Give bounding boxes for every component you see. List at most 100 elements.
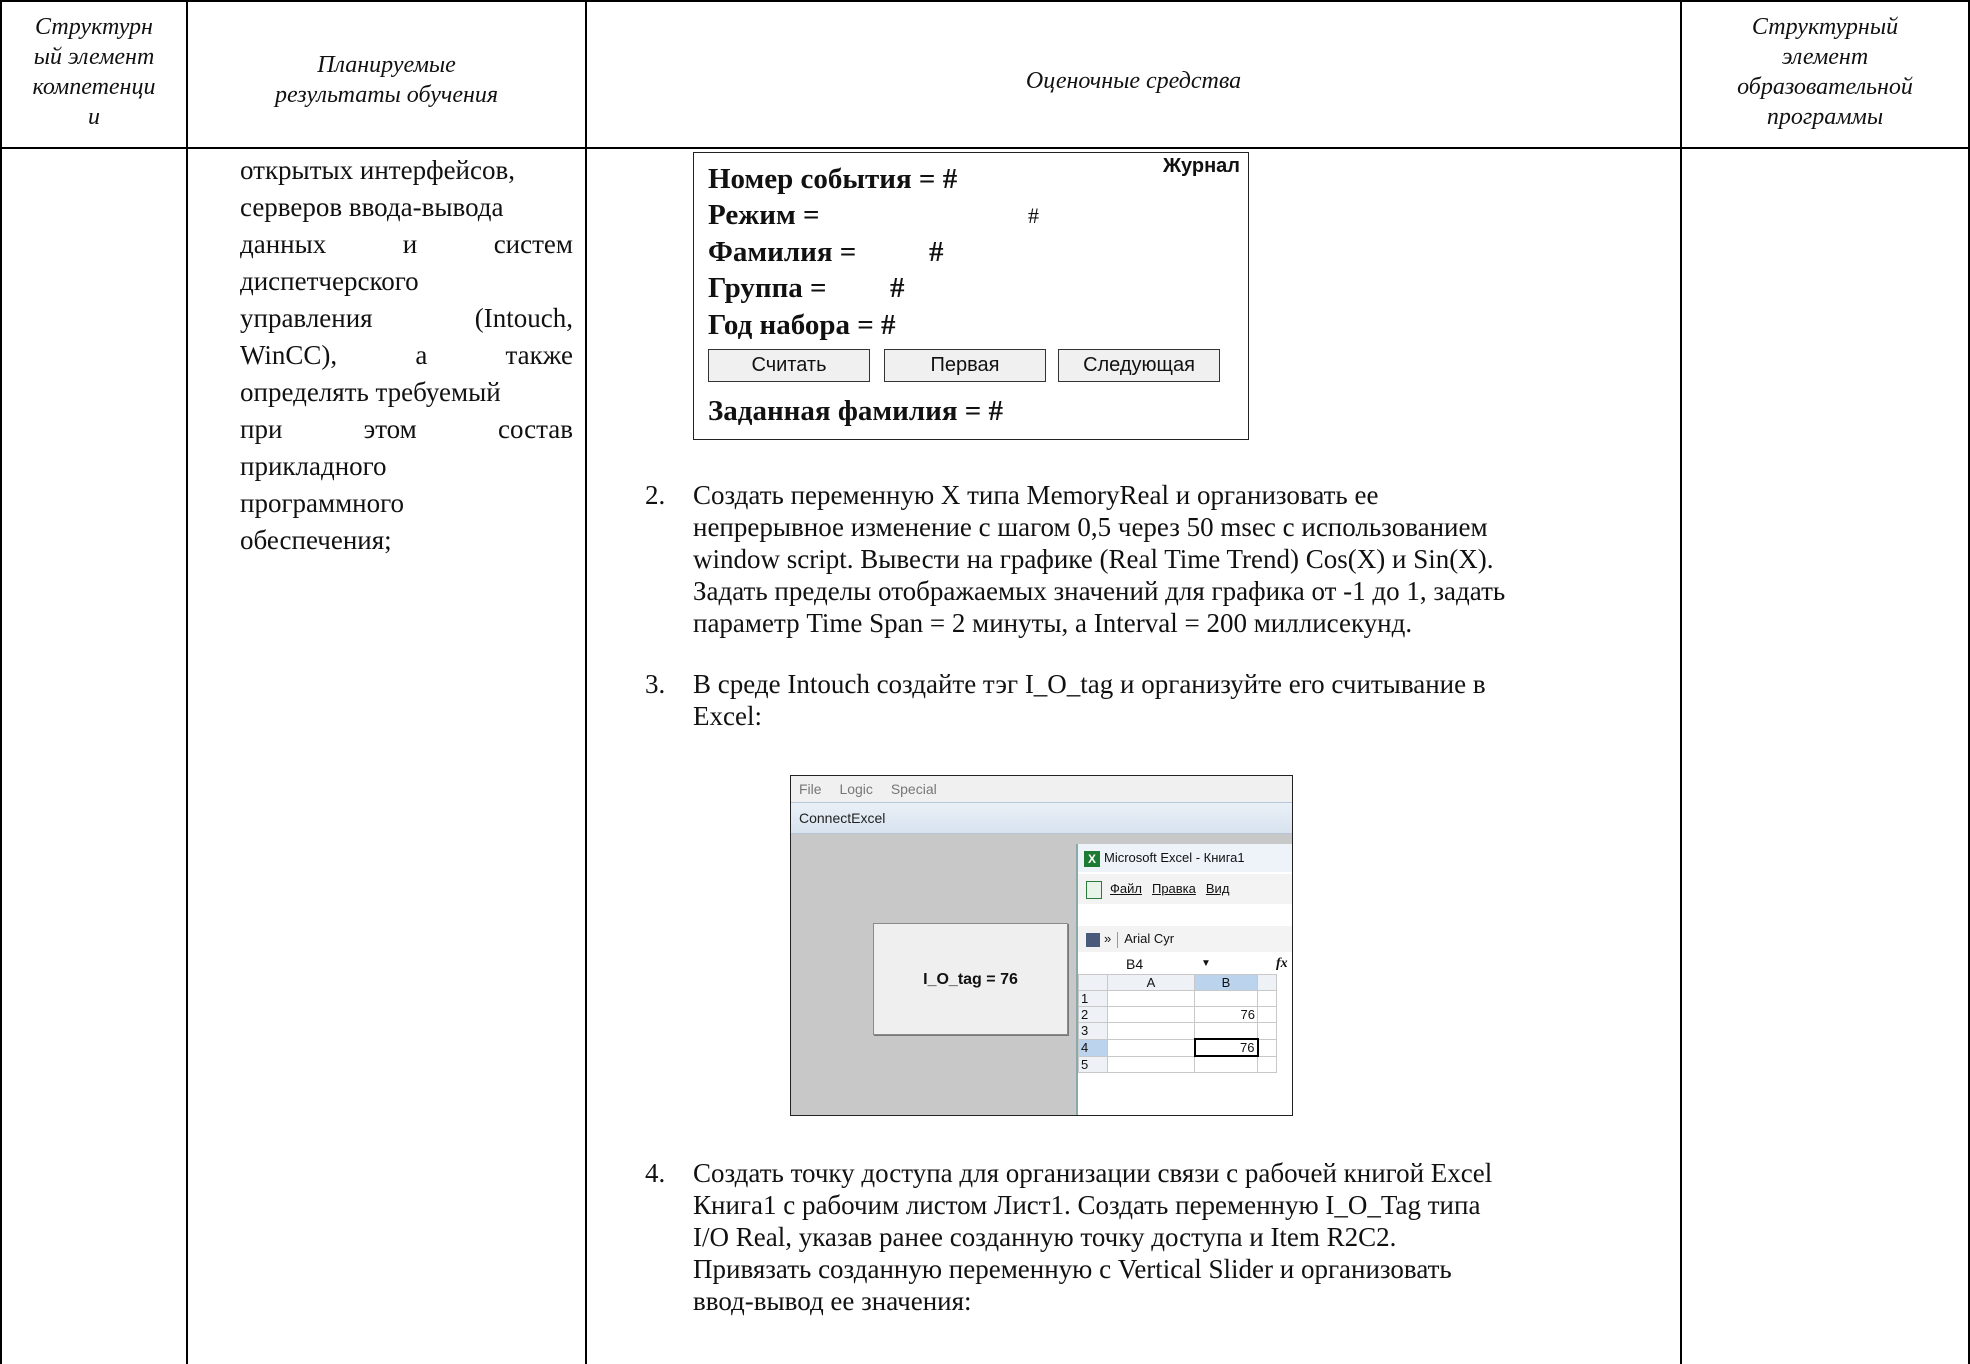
toolbar-separator xyxy=(1117,931,1119,948)
mode-value: # xyxy=(1028,203,1039,228)
header-line: Структурн xyxy=(35,14,153,40)
task-line: Задать пределы отображаемых значений для… xyxy=(693,576,1506,606)
header-line: элемент xyxy=(1781,44,1869,70)
task-line: Книга1 с рабочим листом Лист1. Создать п… xyxy=(693,1190,1481,1220)
cell[interactable] xyxy=(1107,990,1195,1007)
column-header-c[interactable] xyxy=(1257,974,1277,991)
row-header[interactable]: 3 xyxy=(1078,1022,1108,1040)
task-text: В среде Intouch создайте тэг I_O_tag и о… xyxy=(693,668,1703,732)
header-assessment-tools: Оценочные средства xyxy=(587,66,1680,96)
mode-field: Режим = xyxy=(708,199,820,231)
table-row: 4 76 xyxy=(1078,1038,1277,1057)
cell[interactable] xyxy=(1107,1038,1195,1057)
app-menu-bar: File Logic Special xyxy=(791,776,1292,802)
task-number: 2. xyxy=(645,480,666,510)
excel-toolbar: » Arial Cyr xyxy=(1078,926,1292,952)
outcome-word: а xyxy=(415,340,428,370)
task-line: I/O Real, указав ранее созданную точку д… xyxy=(693,1222,1397,1252)
outcome-word: и xyxy=(402,229,418,259)
workbook-icon xyxy=(1086,880,1102,899)
cell[interactable] xyxy=(1194,1055,1258,1073)
task-line: В среде Intouch создайте тэг I_O_tag и о… xyxy=(693,669,1486,699)
outcome-line: программного xyxy=(240,485,573,522)
menu-file[interactable]: File xyxy=(799,781,822,797)
cell[interactable]: 76 xyxy=(1194,1006,1258,1023)
header-line: компетенци xyxy=(32,74,156,100)
read-button[interactable]: Считать xyxy=(708,349,870,382)
excel-menu-edit[interactable]: Правка xyxy=(1152,881,1196,896)
active-cell[interactable]: 76 xyxy=(1193,1038,1259,1057)
cell[interactable] xyxy=(1257,990,1277,1007)
task-line: window script. Вывести на графике (Real … xyxy=(693,544,1494,574)
task-text: Создать точку доступа для организации св… xyxy=(693,1157,1703,1317)
outcome-line: серверов ввода-вывода xyxy=(240,189,573,226)
excel-menu-file[interactable]: Файл xyxy=(1110,881,1142,896)
save-icon[interactable] xyxy=(1086,932,1100,947)
menu-special[interactable]: Special xyxy=(891,781,937,797)
outcome-word: при xyxy=(240,414,283,444)
table-row: 3 xyxy=(1078,1022,1277,1040)
task-line: Привязать созданную переменную с Vertica… xyxy=(693,1254,1452,1284)
row-header[interactable]: 4 xyxy=(1078,1038,1108,1057)
cell[interactable] xyxy=(1194,990,1258,1007)
cell[interactable] xyxy=(1107,1006,1195,1023)
outcome-line: диспетчерского xyxy=(240,263,573,300)
table-row: 1 xyxy=(1078,990,1277,1007)
name-box[interactable]: B4 xyxy=(1126,954,1143,974)
row-header[interactable]: 1 xyxy=(1078,990,1108,1007)
outcome-word: систем xyxy=(493,229,573,259)
header-line: программы xyxy=(1766,104,1884,130)
header-line: Оценочные средства xyxy=(1025,68,1242,94)
cell[interactable] xyxy=(1257,1038,1277,1057)
fx-icon[interactable]: fx xyxy=(1276,954,1288,974)
outcome-word: обеспечения; xyxy=(240,525,392,555)
cell[interactable] xyxy=(1194,1022,1258,1040)
surname-value: # xyxy=(929,236,944,268)
first-button[interactable]: Первая xyxy=(884,349,1046,382)
row-header[interactable]: 5 xyxy=(1078,1055,1108,1073)
table-border-left xyxy=(0,0,2,1364)
outcome-word: диспетчерского xyxy=(240,266,419,296)
toolbar-overflow-icon[interactable]: » xyxy=(1104,931,1111,946)
cell[interactable] xyxy=(1107,1022,1195,1040)
font-selector[interactable]: Arial Cyr xyxy=(1124,931,1174,946)
outcome-word: также xyxy=(505,340,573,370)
outcome-line: открытых интерфейсов, xyxy=(240,152,573,189)
table-row: 5 xyxy=(1078,1055,1277,1073)
task-line: непрерывное изменение с шагом 0,5 через … xyxy=(693,512,1488,542)
col-divider-2 xyxy=(585,0,587,1364)
outcome-word: программного xyxy=(240,488,405,518)
surname-field: Фамилия = xyxy=(708,236,857,268)
chevron-down-icon[interactable]: ▼ xyxy=(1201,954,1211,974)
column-header-a[interactable]: A xyxy=(1107,974,1195,991)
excel-menu-bar: Файл Правка Вид xyxy=(1078,874,1292,904)
header-line: ый элемент xyxy=(33,44,155,70)
header-line: Планируемые xyxy=(317,52,456,78)
outcome-word: определять требуемый xyxy=(240,377,501,407)
row-header[interactable]: 2 xyxy=(1078,1006,1108,1023)
column-header-b[interactable]: B xyxy=(1194,974,1258,991)
cell[interactable] xyxy=(1107,1055,1195,1073)
menu-logic[interactable]: Logic xyxy=(839,781,872,797)
outcome-word: состав xyxy=(497,414,573,444)
formula-bar: B4 ▼ fx xyxy=(1078,954,1292,974)
task-text: Создать переменную X типа MemoryReal и о… xyxy=(693,479,1703,639)
enrollment-year-field: Год набора = # xyxy=(708,309,896,341)
cell[interactable] xyxy=(1257,1006,1277,1023)
task-line: Создать переменную X типа MemoryReal и о… xyxy=(693,480,1379,510)
cell[interactable] xyxy=(1257,1055,1277,1073)
header-line: результаты обучения xyxy=(274,82,499,108)
next-button[interactable]: Следующая xyxy=(1058,349,1220,382)
table-row: 2 76 xyxy=(1078,1006,1277,1023)
cell[interactable] xyxy=(1257,1022,1277,1040)
group-value: # xyxy=(890,272,905,304)
header-program-element: Структурный элемент образовательной прог… xyxy=(1682,12,1968,132)
excel-grid: A B 1 2 76 3 4 76 5 xyxy=(1078,974,1277,1073)
outcome-word: этом xyxy=(363,414,417,444)
col-divider-1 xyxy=(186,0,188,1364)
excel-title: Microsoft Excel - Книга1 xyxy=(1104,850,1245,865)
corner-cell[interactable] xyxy=(1078,974,1108,991)
excel-menu-view[interactable]: Вид xyxy=(1206,881,1230,896)
event-number-field: Номер события = # xyxy=(708,163,958,195)
outcome-word: (Intouch, xyxy=(474,303,573,333)
